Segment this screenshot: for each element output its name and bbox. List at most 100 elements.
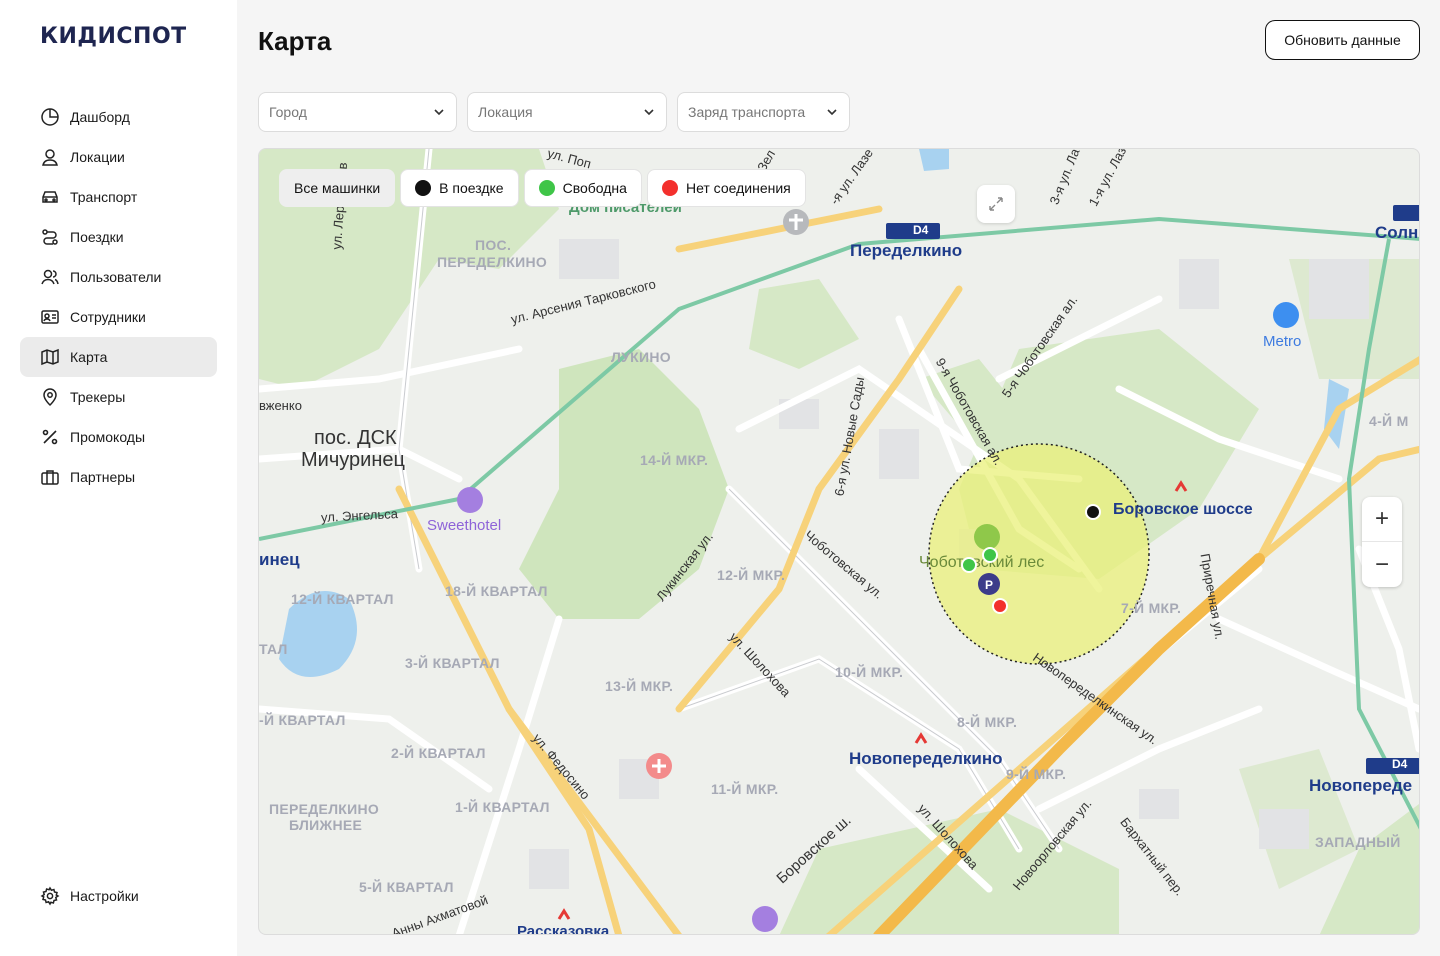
place-rasskazovka: Рассказовка [517, 923, 610, 935]
railway-d4-label: D4 [913, 223, 929, 237]
car-icon [42, 191, 58, 203]
route-icon [42, 229, 58, 245]
sidebar-item-staff[interactable]: Сотрудники [20, 297, 217, 337]
district-pos-peredelkino: ПЕРЕДЕЛКИНО [437, 254, 548, 270]
briefcase-icon [41, 470, 59, 485]
filter-in-trip-label: В поездке [439, 180, 504, 196]
sidebar-item-settings[interactable]: Настройки [20, 876, 217, 916]
status-legend: Все машинки В поездке Свободна Нет соеди… [279, 169, 806, 207]
free-dot-icon [538, 180, 555, 196]
sidebar-item-label: Дашборд [70, 109, 130, 125]
no-connection-dot-icon [661, 180, 678, 196]
filter-no-connection-label: Нет соединения [685, 180, 791, 196]
vehicle-marker-in-trip[interactable] [1085, 504, 1101, 520]
place-peredelkino: Переделкино [850, 241, 963, 260]
sidebar-item-label: Локации [70, 149, 125, 165]
district-11-mkr: 11-Й МКР. [711, 781, 779, 797]
vehicle-marker-free[interactable] [961, 557, 977, 573]
filter-all-cars-label: Все машинки [294, 180, 381, 196]
sidebar-item-label: Трекеры [70, 389, 126, 405]
in-trip-dot-icon [415, 180, 432, 196]
sidebar-item-label: Настройки [70, 888, 139, 904]
zoom-control: + − [1362, 497, 1402, 587]
location-select[interactable]: Локация [467, 92, 667, 132]
district-3-kvartal: 3-Й КВАРТАЛ [405, 655, 500, 671]
svg-text:P: P [985, 578, 993, 592]
refresh-data-button[interactable]: Обновить данные [1265, 20, 1420, 60]
sidebar-item-partners[interactable]: Партнеры [20, 457, 217, 497]
sidebar-item-label: Промокоды [70, 429, 146, 445]
place-metro: Metro [1263, 333, 1302, 350]
sidebar-item-trackers[interactable]: Трекеры [20, 377, 217, 417]
sidebar: КИДИСПОТ Дашборд Локации Транспорт Поезд… [0, 0, 237, 956]
location-user-icon [42, 149, 58, 166]
district-tal: ТАЛ [259, 641, 288, 657]
percent-icon [42, 429, 58, 445]
filter-no-connection[interactable]: Нет соединения [646, 169, 806, 207]
district-12-kvartal: 12-Й КВАРТАЛ [291, 591, 394, 607]
district-18-kvartal: 18-Й КВАРТАЛ [445, 583, 548, 599]
sidebar-item-map[interactable]: Карта [20, 337, 217, 377]
charge-select[interactable]: Заряд транспорта [677, 92, 850, 132]
place-sweethotel: Sweethotel [427, 517, 502, 534]
place-borovskoe-shosse: Боровское шоссе [1113, 501, 1253, 518]
zoom-out-button[interactable]: − [1362, 542, 1402, 587]
sidebar-item-label: Сотрудники [70, 309, 146, 325]
sidebar-item-users[interactable]: Пользователи [20, 257, 217, 297]
chevron-down-icon [827, 109, 837, 116]
sidebar-item-label: Транспорт [70, 189, 138, 205]
district-lukino: ЛУКИНО [611, 349, 671, 365]
dashboard-icon [41, 108, 59, 126]
gear-icon [40, 886, 60, 906]
sidebar-item-trips[interactable]: Поездки [20, 217, 217, 257]
map-icon [41, 348, 59, 366]
district-1-kvartal: 1-Й КВАРТАЛ [455, 799, 550, 815]
district-2-kvartal: 2-Й КВАРТАЛ [391, 745, 486, 761]
city-select[interactable]: Город [258, 92, 457, 132]
brand-logo[interactable]: КИДИСПОТ [40, 24, 187, 49]
district-4-mkr: 4-Й М [1369, 413, 1409, 429]
railway-d4-label-right: D4 [1392, 757, 1408, 771]
zoom-in-button[interactable]: + [1362, 497, 1402, 542]
district-7-mkr: 7-Й МКР. [1121, 600, 1182, 616]
expand-icon [989, 197, 1003, 211]
district-5-kvartal: 5-Й КВАРТАЛ [359, 879, 454, 895]
fullscreen-button[interactable] [977, 185, 1015, 223]
town-dsk: пос. ДСК [314, 427, 397, 449]
district-blizhnee-2: БЛИЖНЕЕ [289, 817, 363, 833]
district-12-mkr: 12-Й МКР. [717, 567, 786, 583]
sidebar-item-transport[interactable]: Транспорт [20, 177, 217, 217]
sidebar-item-dashboard[interactable]: Дашборд [20, 97, 217, 137]
sidebar-item-label: Партнеры [70, 469, 136, 485]
map-view[interactable]: P Переделкино Новопеределкино Новопереде… [258, 148, 1420, 935]
filter-free-label: Свободна [562, 180, 627, 196]
vehicle-marker-free[interactable] [982, 547, 998, 563]
sidebar-item-promocodes[interactable]: Промокоды [20, 417, 217, 457]
charge-select-value: Заряд транспорта [688, 104, 806, 120]
place-solntsevo: Солн [1375, 223, 1419, 242]
sidebar-item-label: Карта [70, 349, 108, 365]
filter-in-trip[interactable]: В поездке [400, 169, 519, 207]
place-novoperedelkino-right: Новопереде [1309, 776, 1413, 795]
district-blizhnee-1: ПЕРЕДЕЛКИНО [269, 801, 380, 817]
vehicle-marker-no-connection[interactable] [992, 598, 1008, 614]
location-select-value: Локация [478, 104, 533, 120]
sidebar-item-label: Поездки [70, 229, 124, 245]
sidebar-item-locations[interactable]: Локации [20, 137, 217, 177]
district-zapadny: ЗАПАДНЫЙ [1315, 834, 1401, 850]
sidebar-settings: Настройки [20, 876, 217, 916]
pin-icon [43, 388, 57, 407]
place-novoperedelkino: Новопеределкино [849, 749, 1003, 768]
id-card-icon [41, 310, 59, 324]
chevron-down-icon [434, 109, 444, 116]
place-michurinets-left: инец [259, 550, 300, 569]
filter-free[interactable]: Свободна [523, 169, 642, 207]
district-8-mkr: 8-Й МКР. [957, 714, 1018, 730]
page-title: Карта [258, 26, 332, 56]
district-10-mkr: 10-Й МКР. [835, 664, 904, 680]
sidebar-nav: Дашборд Локации Транспорт Поездки Пользо… [20, 97, 217, 497]
district-kvartal-left: -Й КВАРТАЛ [259, 712, 346, 728]
users-icon [41, 269, 59, 285]
town-michurinets: Мичуринец [301, 449, 405, 471]
filter-all-cars[interactable]: Все машинки [279, 169, 396, 207]
